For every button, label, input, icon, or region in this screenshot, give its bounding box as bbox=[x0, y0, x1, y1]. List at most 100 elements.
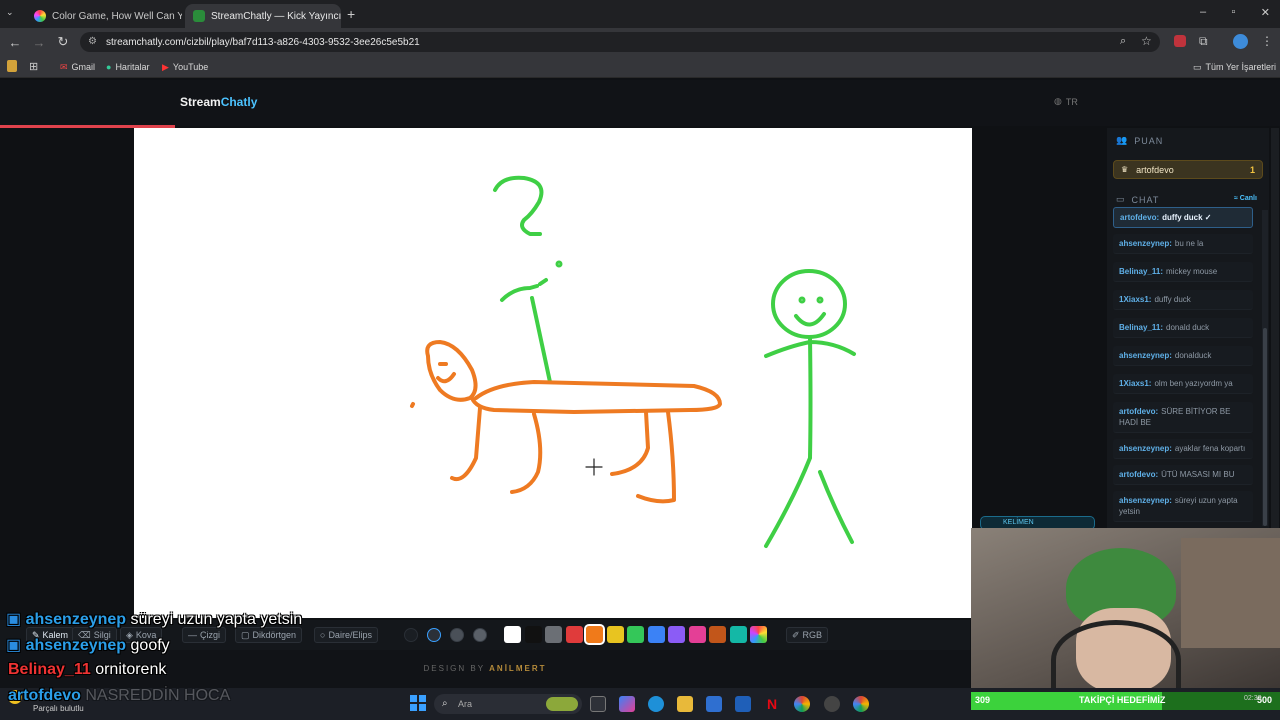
copilot-icon[interactable] bbox=[619, 696, 635, 712]
eyedropper-icon: ✐ bbox=[792, 629, 800, 640]
color-swatch[interactable] bbox=[647, 626, 665, 643]
tab-search-icon[interactable]: ⌄ bbox=[6, 7, 22, 21]
color-swatch[interactable] bbox=[729, 626, 747, 643]
follower-goal-label: TAKİPÇİ HEDEFİMİZ bbox=[1079, 695, 1166, 705]
edge-icon[interactable] bbox=[648, 696, 664, 712]
chat-text: mickey mouse bbox=[1166, 267, 1218, 276]
headset bbox=[1051, 620, 1181, 692]
brush-size-large[interactable] bbox=[473, 628, 487, 642]
color-swatch[interactable] bbox=[606, 626, 624, 643]
url-text: streamchatly.com/cizbil/play/baf7d113-a8… bbox=[106, 36, 420, 48]
tab-title: StreamChatly — Kick Yayıncıları bbox=[211, 10, 341, 22]
chat-section-header: ▭ CHAT bbox=[1116, 194, 1159, 205]
drawing-canvas[interactable] bbox=[134, 128, 972, 618]
language-selector[interactable]: ◍ TR bbox=[1054, 96, 1078, 107]
task-view-icon[interactable] bbox=[590, 696, 606, 712]
clock-time: 02:33 bbox=[1244, 695, 1262, 702]
language-label: TR bbox=[1065, 96, 1078, 107]
overlay-text: süreyi uzun yapta yetsin bbox=[130, 611, 303, 628]
file-explorer-icon[interactable] bbox=[677, 696, 693, 712]
orange-strokes bbox=[410, 340, 722, 504]
chat-message: artofdevo: duffy duck ✓ bbox=[1113, 207, 1253, 228]
color-swatch[interactable] bbox=[504, 626, 521, 643]
bookmark-label: YouTube bbox=[172, 62, 209, 72]
line-icon: — bbox=[188, 630, 197, 640]
windows-start-icon[interactable] bbox=[410, 695, 426, 711]
close-window-icon[interactable]: ✕ bbox=[1261, 6, 1270, 19]
page-scrollbar[interactable] bbox=[1271, 128, 1279, 528]
figure-body bbox=[764, 336, 856, 548]
apps-grid-icon[interactable]: ⊞ bbox=[29, 60, 38, 73]
color-swatch[interactable] bbox=[668, 626, 685, 643]
tab-streamchatly[interactable]: StreamChatly — Kick Yayıncıları × bbox=[185, 4, 341, 28]
work-profile-icon[interactable] bbox=[7, 60, 17, 72]
chat-text: duffy duck bbox=[1154, 295, 1191, 304]
rgb-picker-button[interactable]: ✐ RGB bbox=[786, 627, 829, 643]
brush-size-medium[interactable] bbox=[450, 628, 464, 642]
chat-message: ahsenzeynep: bu ne la bbox=[1113, 234, 1253, 254]
new-tab-button[interactable]: + bbox=[347, 6, 355, 22]
question-mark-stroke bbox=[493, 175, 544, 236]
chat-message: artofdevo: ÜTÜ MASASI MI BU bbox=[1113, 465, 1253, 485]
bookmark-star-icon[interactable]: ☆ bbox=[1141, 34, 1152, 48]
tool-label: RGB bbox=[802, 630, 823, 640]
back-arrow-icon[interactable]: ← bbox=[6, 33, 24, 51]
extensions-puzzle-icon[interactable]: ⧉ bbox=[1199, 34, 1208, 49]
calculator-icon[interactable] bbox=[735, 696, 751, 712]
forward-arrow-icon[interactable]: → bbox=[30, 33, 48, 51]
reload-icon[interactable]: ↻ bbox=[54, 33, 72, 51]
logo-part: Chatly bbox=[220, 95, 258, 109]
bookmark-label: Gmail bbox=[71, 62, 96, 72]
search-highlight-icon bbox=[546, 697, 578, 711]
taskbar-search[interactable]: ⌕ Ara bbox=[434, 694, 582, 714]
color-swatch[interactable] bbox=[565, 626, 583, 643]
tool-label: Dikdörtgen bbox=[252, 630, 297, 640]
tool-label: Çizgi bbox=[200, 630, 221, 640]
color-swatch[interactable] bbox=[584, 624, 605, 645]
chrome-icon[interactable] bbox=[794, 696, 810, 712]
all-bookmarks[interactable]: ▭ Tüm Yer İşaretleri bbox=[1193, 60, 1276, 74]
chat-username: 1Xiaxs1: bbox=[1119, 379, 1152, 388]
zoom-icon[interactable]: ⌕ bbox=[1120, 35, 1126, 48]
bookmark-youtube[interactable]: ▶ YouTube bbox=[162, 60, 208, 74]
tool-rectangle[interactable]: ▢ Dikdörtgen bbox=[235, 627, 303, 643]
chat-list[interactable]: artofdevo: duffy duck ✓ ahsenzeynep: bu ne… bbox=[1113, 207, 1253, 527]
weather-text[interactable]: Parçalı bulutlu bbox=[33, 704, 84, 713]
overlay-username: ahsenzeynep bbox=[25, 637, 127, 654]
taskbar-clock[interactable]: 02:33 bbox=[1244, 695, 1262, 702]
profile-avatar[interactable] bbox=[1233, 34, 1248, 49]
extension-icon[interactable] bbox=[1174, 35, 1186, 47]
color-swatch[interactable] bbox=[688, 626, 706, 643]
chat-username: Belinay_11: bbox=[1119, 267, 1164, 276]
site-logo[interactable]: StreamChatly bbox=[180, 95, 257, 109]
color-swatch[interactable] bbox=[627, 626, 644, 643]
obs-icon[interactable] bbox=[824, 696, 840, 712]
url-input[interactable]: ⚙ streamchatly.com/cizbil/play/baf7d113-… bbox=[80, 32, 1160, 52]
score-row: ♛ artofdevo 1 bbox=[1113, 160, 1263, 179]
tool-line[interactable]: — Çizgi bbox=[182, 627, 227, 643]
bookmark-maps[interactable]: ● Haritalar bbox=[106, 60, 149, 74]
tool-label: Daire/Elips bbox=[328, 630, 372, 640]
minimize-icon[interactable]: – bbox=[1200, 6, 1206, 19]
netflix-icon[interactable]: N bbox=[764, 696, 780, 712]
window-controls: – ▫ ✕ bbox=[1200, 6, 1270, 19]
live-badge: ≈ Canlı bbox=[1234, 195, 1257, 202]
chat-text: olm ben yazıyordm ya bbox=[1154, 379, 1233, 388]
browser-menu-icon[interactable]: ⋮ bbox=[1261, 34, 1273, 48]
brush-size-small[interactable] bbox=[427, 628, 441, 642]
win-square bbox=[410, 695, 417, 702]
chrome-active-icon[interactable] bbox=[853, 696, 869, 712]
color-swatch[interactable] bbox=[545, 626, 562, 643]
site-info-icon[interactable]: ⚙ bbox=[88, 36, 97, 47]
color-wheel-swatch[interactable] bbox=[750, 626, 767, 643]
tool-ellipse[interactable]: ○ Daire/Elips bbox=[314, 627, 378, 643]
color-swatch[interactable] bbox=[709, 626, 726, 643]
color-swatch[interactable] bbox=[524, 626, 542, 643]
tab-color-game[interactable]: Color Game, How Well Can You × bbox=[26, 4, 182, 28]
shelf-area bbox=[1181, 538, 1280, 648]
store-icon[interactable] bbox=[706, 696, 722, 712]
brush-size-xs[interactable] bbox=[404, 628, 418, 642]
chat-scrollbar-thumb[interactable] bbox=[1263, 328, 1267, 526]
maximize-icon[interactable]: ▫ bbox=[1232, 6, 1236, 19]
bookmark-gmail[interactable]: ✉ Gmail bbox=[60, 60, 95, 74]
